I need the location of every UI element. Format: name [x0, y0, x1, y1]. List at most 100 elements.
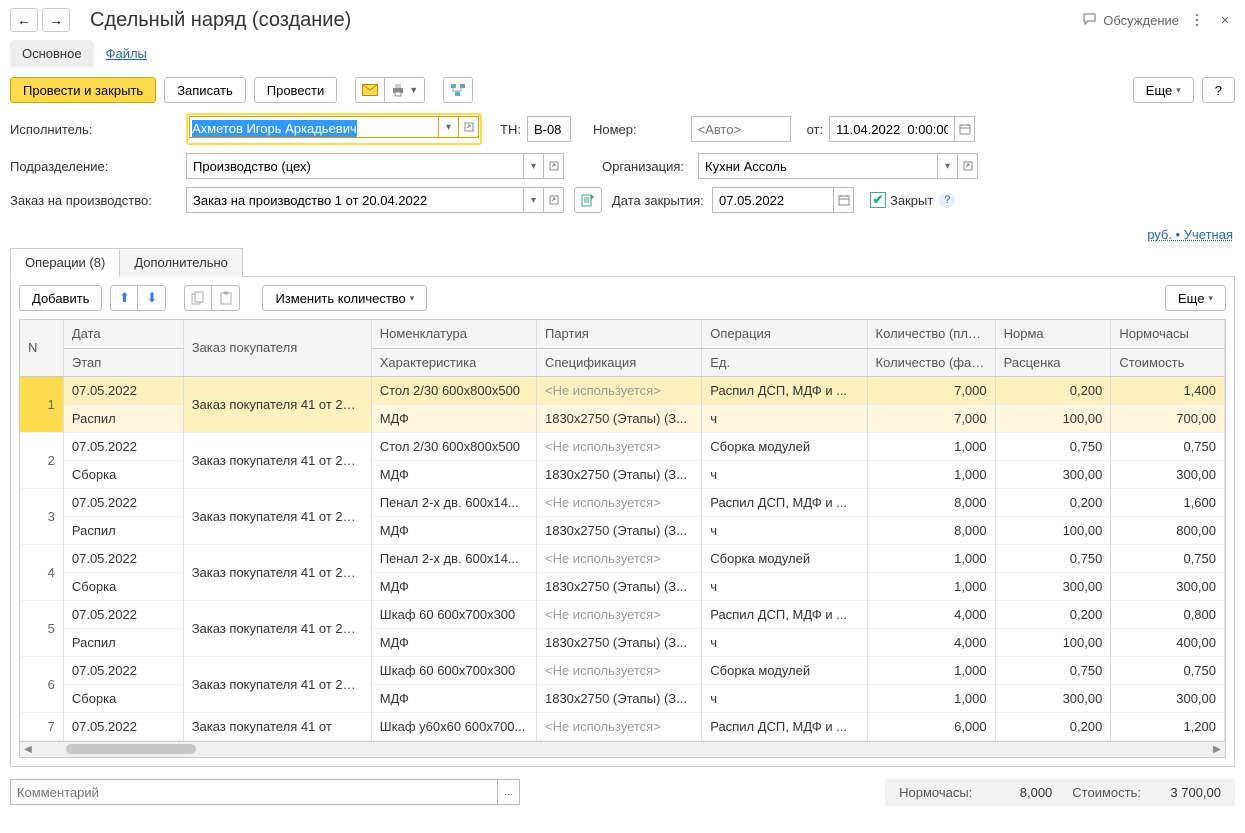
close-date-picker-button[interactable] — [834, 187, 854, 213]
move-up-button[interactable]: ⬆ — [110, 285, 138, 311]
org-dropdown-button[interactable]: ▾ — [938, 153, 958, 179]
move-down-button[interactable]: ⬇ — [138, 285, 166, 311]
org-input[interactable] — [698, 153, 938, 179]
kebab-menu-button[interactable] — [1187, 10, 1207, 30]
post-and-close-button[interactable]: Провести и закрыть — [10, 77, 156, 103]
dept-open-button[interactable] — [544, 153, 564, 179]
cell-date: 07.05.2022 — [63, 600, 183, 628]
tab-main[interactable]: Основное — [10, 40, 94, 67]
col-unit[interactable]: Ед. — [702, 348, 867, 376]
help-button[interactable]: ? — [1202, 77, 1235, 103]
col-batch[interactable]: Партия — [536, 320, 701, 348]
order-input[interactable] — [186, 187, 524, 213]
col-stage[interactable]: Этап — [63, 348, 183, 376]
email-button[interactable] — [355, 77, 385, 103]
nav-back-button[interactable]: ← — [10, 8, 38, 32]
comment-expand-button[interactable]: … — [498, 779, 520, 805]
horizontal-scrollbar[interactable]: ◀ ▶ — [20, 741, 1225, 757]
cell-specification: 1830х2750 (Этапы) (З... — [536, 404, 701, 432]
close-button[interactable]: × — [1215, 10, 1235, 30]
cell-qty-fact: 1,000 — [867, 684, 995, 712]
from-label: от: — [807, 122, 824, 137]
executor-dropdown-button[interactable]: ▾ — [439, 116, 459, 138]
cell-cost: 800,00 — [1111, 516, 1225, 544]
nav-forward-button[interactable]: → — [42, 8, 70, 32]
date-picker-button[interactable] — [955, 116, 975, 142]
tn-input[interactable] — [527, 116, 571, 142]
closed-checkbox[interactable]: ✔ — [870, 192, 886, 208]
cell-norm-hours: 0,750 — [1111, 544, 1225, 572]
cell-batch: <Не используется> — [536, 376, 701, 404]
cell-order: Заказ покупателя 41 от 20.04.2020 — [183, 376, 371, 432]
order-dropdown-button[interactable]: ▾ — [524, 187, 544, 213]
scroll-thumb[interactable] — [66, 744, 196, 754]
col-operation[interactable]: Операция — [702, 320, 867, 348]
cell-characteristic: МДФ — [371, 460, 536, 488]
tab-operations[interactable]: Операции (8) — [10, 248, 120, 277]
tab-additional[interactable]: Дополнительно — [120, 248, 243, 277]
table-row[interactable]: 507.05.2022Заказ покупателя 41 от 20.04.… — [20, 600, 1225, 628]
executor-open-button[interactable] — [459, 116, 479, 138]
col-nomenclature[interactable]: Номенклатура — [371, 320, 536, 348]
paste-row-button[interactable] — [212, 285, 240, 311]
cell-n: 3 — [20, 488, 63, 544]
table-row[interactable]: 407.05.2022Заказ покупателя 41 от 20.04.… — [20, 544, 1225, 572]
cell-specification: 1830х2750 (Этапы) (З... — [536, 628, 701, 656]
cell-qty-plan: 7,000 — [867, 376, 995, 404]
copy-row-button[interactable] — [184, 285, 212, 311]
col-rate[interactable]: Расценка — [995, 348, 1111, 376]
calendar-icon — [838, 194, 850, 206]
col-customer-order[interactable]: Заказ покупателя — [183, 320, 371, 376]
cell-operation: Сборка модулей — [702, 544, 867, 572]
org-open-button[interactable] — [958, 153, 978, 179]
executor-input[interactable]: Ахметов Игорь Аркадьевич — [189, 116, 439, 138]
post-button[interactable]: Провести — [254, 77, 338, 103]
add-row-button[interactable]: Добавить — [19, 285, 102, 311]
col-specification[interactable]: Спецификация — [536, 348, 701, 376]
fill-from-order-button[interactable] — [574, 187, 602, 213]
closed-help-button[interactable]: ? — [939, 192, 955, 208]
dept-dropdown-button[interactable]: ▾ — [524, 153, 544, 179]
col-n[interactable]: N — [20, 320, 63, 376]
col-cost[interactable]: Стоимость — [1111, 348, 1225, 376]
col-norm-hours[interactable]: Нормочасы — [1111, 320, 1225, 348]
cell-rate: 300,00 — [995, 460, 1111, 488]
scroll-right-icon[interactable]: ▶ — [1209, 744, 1225, 755]
change-qty-button[interactable]: Изменить количество ▾ — [262, 285, 427, 311]
dept-input[interactable] — [186, 153, 524, 179]
write-button[interactable]: Записать — [164, 77, 246, 103]
cell-operation: Распил ДСП, МДФ и ... — [702, 600, 867, 628]
discussion-button[interactable]: Обсуждение — [1083, 10, 1179, 30]
col-norm[interactable]: Норма — [995, 320, 1111, 348]
table-row[interactable]: 307.05.2022Заказ покупателя 41 от 20.04.… — [20, 488, 1225, 516]
comment-input[interactable] — [10, 779, 498, 805]
structure-button[interactable] — [443, 77, 473, 103]
more-button-table[interactable]: Еще ▾ — [1165, 285, 1226, 311]
cell-operation: Распил ДСП, МДФ и ... — [702, 712, 867, 740]
cell-qty-fact: 4,000 — [867, 628, 995, 656]
operations-grid[interactable]: N Дата Заказ покупателя Номенклатура Пар… — [19, 319, 1226, 758]
scroll-left-icon[interactable]: ◀ — [20, 744, 36, 755]
close-date-input[interactable] — [712, 187, 834, 213]
more-button-top[interactable]: Еще ▾ — [1133, 77, 1194, 103]
currency-link[interactable]: руб. • Учетная — [1147, 227, 1233, 242]
table-row[interactable]: 607.05.2022Заказ покупателя 41 от 20.04.… — [20, 656, 1225, 684]
col-characteristic[interactable]: Характеристика — [371, 348, 536, 376]
col-qty-fact[interactable]: Количество (факт) — [867, 348, 995, 376]
table-row[interactable]: 207.05.2022Заказ покупателя 41 от 20.04.… — [20, 432, 1225, 460]
date-input[interactable] — [829, 116, 955, 142]
cell-batch: <Не используется> — [536, 656, 701, 684]
table-row[interactable]: 107.05.2022Заказ покупателя 41 от 20.04.… — [20, 376, 1225, 404]
table-row[interactable]: 707.05.2022Заказ покупателя 41 отШкаф у6… — [20, 712, 1225, 740]
col-qty-plan[interactable]: Количество (план) — [867, 320, 995, 348]
structure-icon — [450, 83, 466, 97]
kebab-icon — [1195, 13, 1199, 27]
cell-norm: 0,750 — [995, 656, 1111, 684]
order-open-button[interactable] — [544, 187, 564, 213]
cell-qty-plan: 4,000 — [867, 600, 995, 628]
print-button[interactable]: ▼ — [385, 77, 425, 103]
number-input[interactable] — [691, 116, 791, 142]
col-date[interactable]: Дата — [63, 320, 183, 348]
tab-files[interactable]: Файлы — [94, 40, 159, 67]
arrow-up-icon: ⬆ — [119, 290, 130, 306]
